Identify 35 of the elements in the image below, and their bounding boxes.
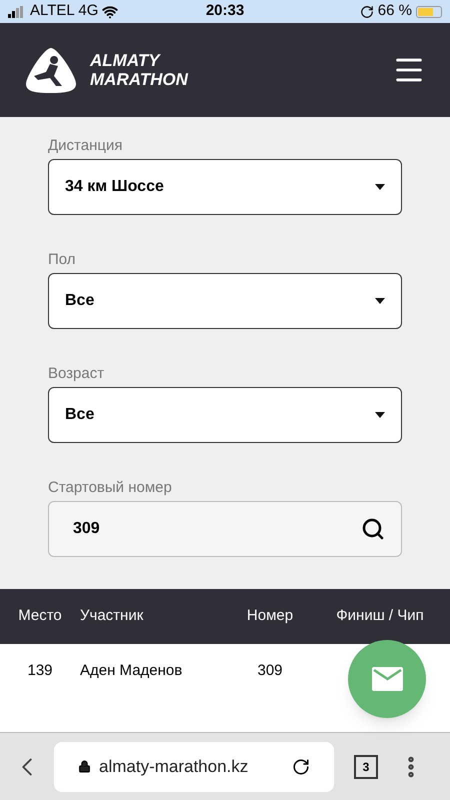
logo-text: MARATHON: [90, 70, 188, 90]
field-label: Стартовый номер: [48, 478, 173, 498]
field-label: Возраст: [48, 364, 106, 384]
search-icon: [361, 517, 385, 541]
field-label: Дистанция: [48, 136, 124, 156]
dropdown-caret-icon: [375, 298, 385, 304]
column-header: Номер: [246, 606, 294, 626]
dropdown-caret-icon: [375, 184, 385, 190]
select-field[interactable]: Все: [48, 273, 402, 329]
dropdown-caret-icon: [375, 412, 385, 418]
runner-logo-icon: [24, 46, 78, 94]
column-header: Участник: [80, 606, 144, 626]
address-bar[interactable]: almaty-marathon.kz: [54, 742, 334, 792]
column-header: Финиш / Чип: [335, 606, 425, 626]
tabs-count-button[interactable]: 3: [354, 754, 378, 778]
wifi-icon: [102, 4, 118, 20]
column-header: Место: [17, 606, 63, 626]
battery-icon: [416, 6, 442, 18]
rotation-lock-icon: [360, 4, 374, 19]
logo-text: ALMATY: [90, 51, 162, 70]
select-field[interactable]: Все: [48, 387, 402, 443]
carrier-text: ALTEL 4G: [30, 1, 98, 22]
battery-text: 66 %: [378, 1, 412, 22]
url-text: almaty-marathon.kz: [99, 756, 250, 778]
search-field[interactable]: 309: [48, 501, 402, 557]
reload-icon[interactable]: [292, 758, 310, 776]
table-cell-text: Аден Маденов: [80, 660, 184, 681]
envelope-icon: [372, 667, 402, 691]
select-field[interactable]: 34 км Шоссе: [48, 159, 402, 215]
clock-text: 20:33: [206, 1, 244, 22]
field-label: Пол: [48, 250, 77, 270]
table-cell-text: 309: [256, 660, 284, 681]
table-cell-text: 139: [26, 660, 54, 681]
lock-icon: [78, 760, 91, 773]
signal-icon: [8, 6, 26, 18]
